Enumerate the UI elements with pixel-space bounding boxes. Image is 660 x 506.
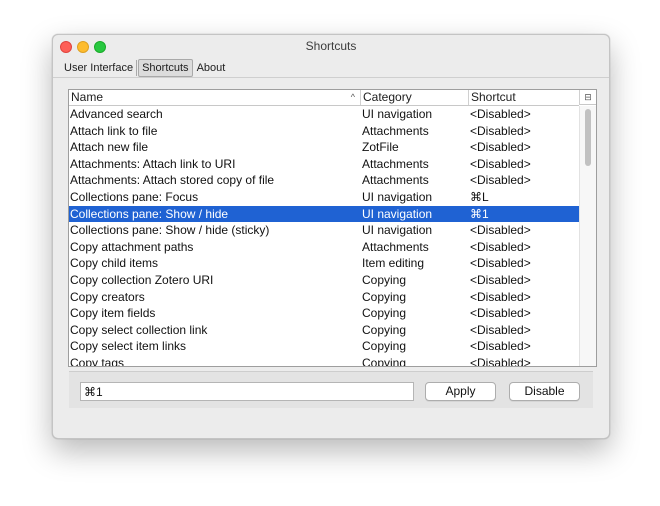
tab-divider bbox=[53, 77, 609, 78]
cell-category: UI navigation bbox=[362, 223, 433, 238]
cell-name: Copy creators bbox=[70, 289, 145, 304]
cell-shortcut: <Disabled> bbox=[470, 173, 531, 188]
column-header-name-label: Name bbox=[71, 90, 104, 104]
table-row[interactable]: Attach link to file Attachments <Disabled> bbox=[69, 123, 579, 140]
cell-shortcut: <Disabled> bbox=[470, 322, 531, 337]
column-header-category[interactable]: Category bbox=[361, 90, 469, 105]
cell-name: Copy attachment paths bbox=[70, 239, 194, 254]
cell-shortcut: <Disabled> bbox=[470, 140, 531, 155]
table-row[interactable]: Copy creators Copying <Disabled> bbox=[69, 289, 579, 306]
cell-category: Copying bbox=[362, 355, 407, 366]
cell-category: Attachments bbox=[362, 156, 429, 171]
table-row[interactable]: Collections pane: Show / hide UI navigati… bbox=[69, 205, 579, 223]
vertical-scrollbar[interactable] bbox=[579, 106, 596, 366]
cell-category: UI navigation bbox=[362, 189, 433, 204]
table-row[interactable]: Advanced search UI navigation <Disabled> bbox=[69, 106, 579, 123]
cell-shortcut: ⌘L bbox=[470, 189, 489, 204]
cell-name: Copy select item links bbox=[70, 339, 187, 354]
cell-category: Copying bbox=[362, 339, 407, 354]
close-icon[interactable] bbox=[60, 41, 72, 53]
shortcuts-window: Shortcuts User Interface Shortcuts About N… bbox=[52, 34, 610, 439]
table-row[interactable]: Copy item fields Copying <Disabled> bbox=[69, 305, 579, 322]
shortcut-input[interactable] bbox=[80, 382, 414, 401]
disable-button[interactable]: Disable bbox=[509, 382, 580, 401]
cell-category: UI navigation bbox=[362, 206, 433, 221]
table-header: Name ^ Category Shortcut bbox=[69, 90, 579, 106]
cell-shortcut: <Disabled> bbox=[470, 355, 531, 366]
cell-category: UI navigation bbox=[362, 107, 433, 121]
table-body: Advanced search UI navigation <Disabled> At… bbox=[69, 106, 579, 366]
cell-name: Copy item fields bbox=[70, 306, 156, 321]
cell-shortcut: <Disabled> bbox=[470, 339, 531, 354]
table-row[interactable]: Copy select item links Copying <Disabled> bbox=[69, 338, 579, 355]
table-row[interactable]: Copy attachment paths Attachments <Disable… bbox=[69, 239, 579, 256]
column-header-category-label: Category bbox=[363, 90, 412, 104]
cell-category: Attachments bbox=[362, 173, 429, 188]
cell-name: Collections pane: Focus bbox=[70, 189, 199, 204]
cell-category: Copying bbox=[362, 289, 407, 304]
table-row[interactable]: Copy tags Copying <Disabled> bbox=[69, 355, 579, 366]
cell-shortcut: <Disabled> bbox=[470, 272, 531, 287]
cell-name: Advanced search bbox=[70, 107, 163, 121]
cell-shortcut: <Disabled> bbox=[470, 256, 531, 271]
cell-category: Item editing bbox=[362, 256, 425, 271]
title-bar[interactable]: Shortcuts bbox=[53, 35, 609, 57]
cell-shortcut: <Disabled> bbox=[470, 156, 531, 171]
cell-shortcut: <Disabled> bbox=[470, 289, 531, 304]
cell-name: Copy tags bbox=[70, 355, 125, 366]
cell-category: Attachments bbox=[362, 123, 429, 138]
cell-shortcut: <Disabled> bbox=[470, 239, 531, 254]
table-row[interactable]: Attach new file ZotFile <Disabled> bbox=[69, 139, 579, 156]
cell-shortcut: <Disabled> bbox=[470, 107, 531, 121]
shortcut-editor: Apply Disable bbox=[69, 371, 593, 408]
cell-name: Copy select collection link bbox=[70, 322, 208, 337]
zoom-icon[interactable] bbox=[94, 41, 106, 53]
cell-category: ZotFile bbox=[362, 140, 399, 155]
cell-name: Copy collection Zotero URI bbox=[70, 272, 214, 287]
cell-name: Attach link to file bbox=[70, 123, 158, 138]
cell-category: Attachments bbox=[362, 239, 429, 254]
cell-shortcut: <Disabled> bbox=[470, 123, 531, 138]
column-header-name[interactable]: Name ^ bbox=[69, 90, 361, 105]
cell-category: Copying bbox=[362, 322, 407, 337]
table-row[interactable]: Attachments: Attach link to URI Attachmen… bbox=[69, 156, 579, 173]
apply-button[interactable]: Apply bbox=[425, 382, 496, 401]
tab-about[interactable]: About bbox=[194, 60, 229, 76]
cell-name: Collections pane: Show / hide (sticky) bbox=[70, 223, 270, 238]
cell-category: Copying bbox=[362, 272, 407, 287]
column-header-shortcut[interactable]: Shortcut bbox=[469, 90, 579, 105]
table-row[interactable]: Copy select collection link Copying <Disab… bbox=[69, 322, 579, 339]
table-row[interactable]: Copy collection Zotero URI Copying <Disabl… bbox=[69, 272, 579, 289]
cell-shortcut: ⌘1 bbox=[470, 206, 489, 221]
cell-name: Attachments: Attach link to URI bbox=[70, 156, 236, 171]
table-row[interactable]: Collections pane: Show / hide (sticky) UI… bbox=[69, 222, 579, 239]
cell-category: Copying bbox=[362, 306, 407, 321]
cell-name: Attach new file bbox=[70, 140, 149, 155]
table-row[interactable]: Collections pane: Focus UI navigation ⌘L bbox=[69, 189, 579, 206]
window-controls bbox=[60, 40, 111, 58]
column-chooser-icon[interactable]: ⊟ bbox=[579, 90, 596, 105]
tab-bar: User Interface Shortcuts About bbox=[53, 59, 609, 77]
minimize-icon[interactable] bbox=[77, 41, 89, 53]
tab-user-interface[interactable]: User Interface bbox=[61, 60, 138, 76]
sort-ascending-icon: ^ bbox=[350, 92, 355, 102]
cell-name: Collections pane: Show / hide bbox=[70, 206, 229, 221]
cell-shortcut: <Disabled> bbox=[470, 306, 531, 321]
column-header-shortcut-label: Shortcut bbox=[471, 90, 516, 104]
window-title: Shortcuts bbox=[305, 39, 357, 53]
cell-name: Attachments: Attach stored copy of file bbox=[70, 173, 275, 188]
table-row[interactable]: Copy child items Item editing <Disabled> bbox=[69, 255, 579, 272]
tab-shortcuts[interactable]: Shortcuts bbox=[138, 59, 193, 77]
table-row[interactable]: Attachments: Attach stored copy of file A… bbox=[69, 172, 579, 189]
scrollbar-thumb[interactable] bbox=[585, 109, 591, 166]
cell-shortcut: <Disabled> bbox=[470, 223, 531, 238]
cell-name: Copy child items bbox=[70, 256, 159, 271]
shortcuts-table: Name ^ Category Shortcut ⊟ Advanced sear… bbox=[68, 89, 597, 367]
